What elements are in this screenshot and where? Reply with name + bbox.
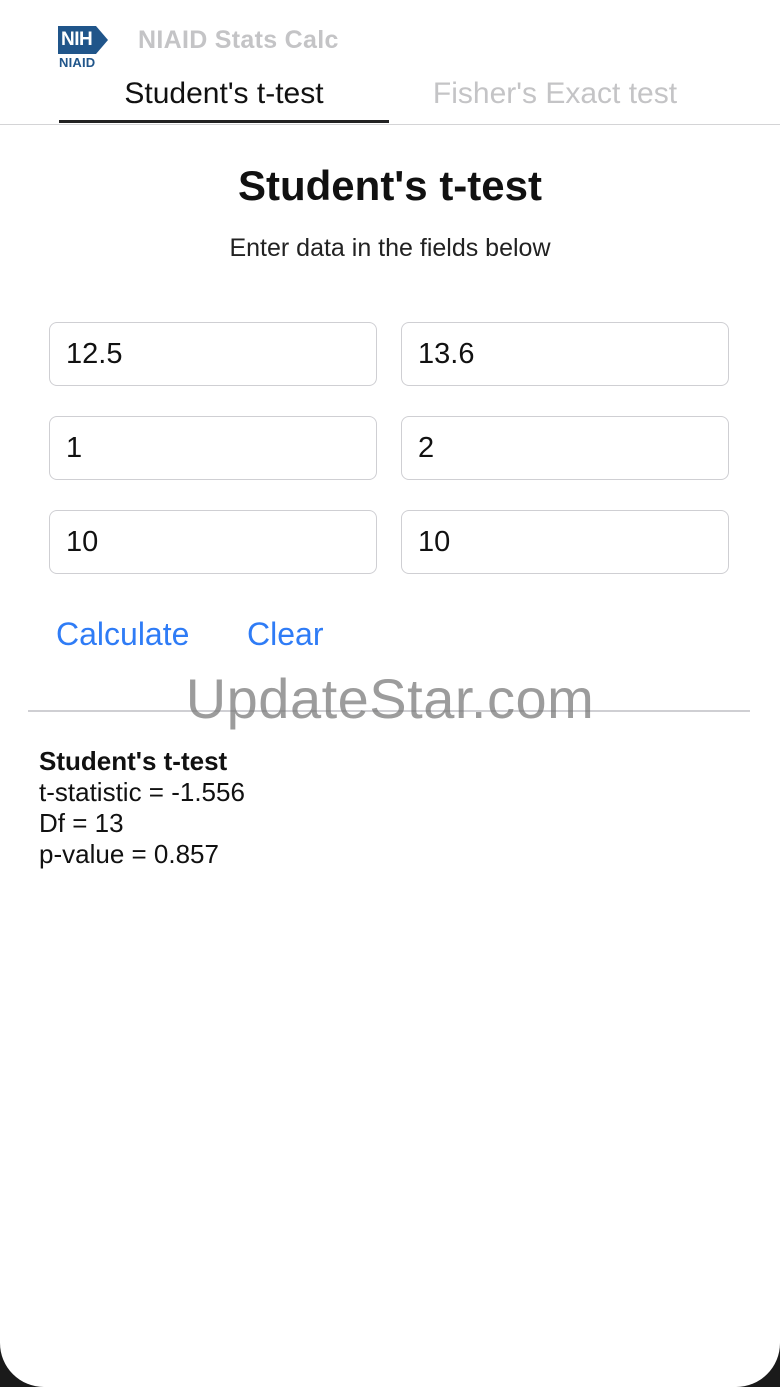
niaid-logo-text: NIAID: [59, 55, 96, 70]
group2-n-input[interactable]: [401, 510, 729, 574]
p-value: p-value = 0.857: [39, 839, 219, 869]
clear-button[interactable]: Clear: [247, 616, 323, 653]
page-title: Student's t-test: [238, 162, 542, 209]
group1-mean-input[interactable]: [49, 322, 377, 386]
t-statistic-value: t-statistic = -1.556: [39, 777, 245, 807]
calculate-button[interactable]: Calculate: [56, 616, 189, 653]
app-screen: NIH NIAID NIAID Stats Calc Student's t-t…: [0, 0, 780, 1387]
updatestar-watermark: UpdateStar.com: [185, 667, 595, 730]
group1-sd-input[interactable]: [49, 416, 377, 480]
nih-logo-text: NIH: [58, 26, 97, 54]
tab-students-t-test[interactable]: Student's t-test: [59, 74, 389, 123]
tab-bar: Student's t-test Fisher's Exact test: [0, 74, 780, 125]
group2-sd-input[interactable]: [401, 416, 729, 480]
page-subtitle: Enter data in the fields below: [229, 234, 551, 262]
nih-logo: NIH NIAID: [58, 24, 116, 70]
results-title: Student's t-test: [39, 746, 228, 776]
group2-mean-input[interactable]: [401, 322, 729, 386]
tab-fishers-exact-test[interactable]: Fisher's Exact test: [395, 74, 715, 122]
group1-n-input[interactable]: [49, 510, 377, 574]
results-panel: Student's t-test t-statistic = -1.556 Df…: [39, 746, 245, 870]
nih-logo-arrow-icon: [96, 26, 109, 54]
nih-logo-mark: NIH: [58, 26, 109, 54]
degrees-of-freedom-value: Df = 13: [39, 808, 124, 838]
app-title: NIAID Stats Calc: [138, 26, 339, 54]
